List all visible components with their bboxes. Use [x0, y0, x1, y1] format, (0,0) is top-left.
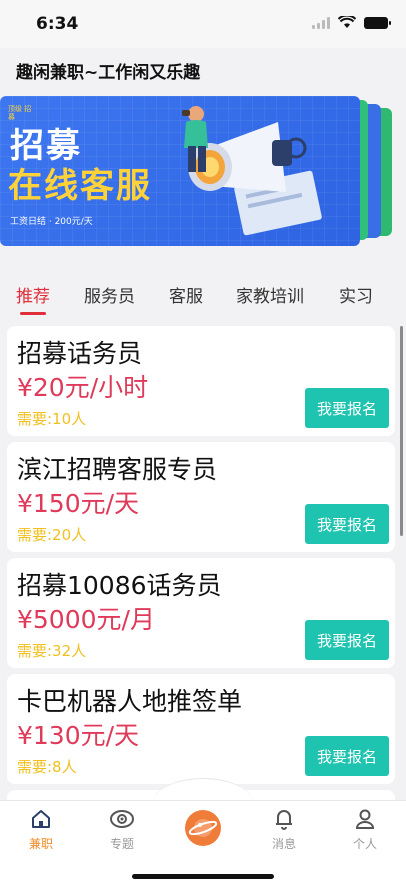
tab-tutoring[interactable]: 家教培训: [236, 282, 304, 307]
app-title: 趣闲兼职~工作闲又乐趣: [16, 63, 201, 83]
job-card[interactable]: 滨江招聘客服专员 ¥150元/天 需要:20人 我要报名: [7, 442, 395, 552]
signal-icon: [312, 16, 330, 29]
tabbar-item-topics[interactable]: 专题: [87, 807, 157, 852]
job-price: ¥150元/天: [17, 489, 140, 518]
banner-carousel[interactable]: 顶级 招募 招募 在线客服 工资日结 · 200元/天: [0, 88, 406, 258]
job-card[interactable]: 卡巴机器人地推签单 ¥130元/天 需要:8人 我要报名: [7, 674, 395, 784]
battery-icon: [364, 16, 391, 29]
job-price: ¥130元/天: [17, 721, 140, 750]
tabbar-label: 个人: [352, 837, 377, 851]
apply-button[interactable]: 我要报名: [305, 620, 389, 660]
tab-active-indicator: [20, 312, 46, 315]
job-price: ¥20元/小时: [17, 373, 149, 402]
megaphone-illustration: [182, 106, 322, 236]
wifi-icon: [338, 16, 356, 28]
job-headcount: 需要:32人: [17, 642, 87, 660]
status-icons: [312, 16, 391, 29]
banner-caption: 工资日结 · 200元/天: [10, 217, 93, 227]
planet-icon: [188, 819, 218, 837]
job-card[interactable]: 招募话务员 ¥20元/小时 需要:10人 我要报名: [7, 326, 395, 436]
eye-icon: [110, 810, 134, 828]
scrollbar[interactable]: [400, 326, 403, 536]
banner-subtitle: 在线客服: [8, 166, 152, 206]
banner-slide[interactable]: 顶级 招募 招募 在线客服 工资日结 · 200元/天: [0, 96, 360, 246]
tabbar-label: 兼职: [28, 837, 53, 851]
tab-internship[interactable]: 实习: [339, 282, 373, 307]
center-action-button[interactable]: [185, 810, 221, 846]
apply-button[interactable]: 我要报名: [305, 504, 389, 544]
job-price: ¥5000元/月: [17, 605, 155, 634]
job-headcount: 需要:20人: [17, 526, 87, 544]
status-bar: 6:34: [0, 0, 406, 48]
home-icon: [32, 810, 50, 828]
tab-customer-service[interactable]: 客服: [169, 282, 203, 307]
home-indicator: [132, 874, 274, 879]
tab-recommend[interactable]: 推荐: [16, 282, 50, 307]
job-title: 招募话务员: [17, 339, 143, 368]
job-title: 滨江招聘客服专员: [17, 455, 218, 484]
category-tabs: 推荐 服务员 客服 家教培训 实习: [0, 276, 406, 316]
bell-icon: [276, 810, 292, 830]
tabbar-label: 消息: [271, 837, 296, 851]
job-card[interactable]: 招募10086话务员 ¥5000元/月 需要:32人 我要报名: [7, 558, 395, 668]
job-headcount: 需要:10人: [17, 410, 87, 428]
status-time: 6:34: [36, 14, 79, 34]
job-title: 招募10086话务员: [17, 571, 222, 600]
person-icon: [355, 809, 375, 829]
apply-button[interactable]: 我要报名: [305, 388, 389, 428]
job-headcount: 需要:8人: [17, 758, 77, 776]
tabbar-label: 专题: [109, 837, 134, 851]
tabbar-item-messages[interactable]: 消息: [249, 807, 319, 852]
apply-button[interactable]: 我要报名: [305, 736, 389, 776]
tabbar-item-profile[interactable]: 个人: [330, 807, 400, 852]
tabbar-item-jobs[interactable]: 兼职: [6, 807, 76, 852]
tab-waiter[interactable]: 服务员: [84, 282, 135, 307]
job-title: 卡巴机器人地推签单: [17, 687, 243, 716]
